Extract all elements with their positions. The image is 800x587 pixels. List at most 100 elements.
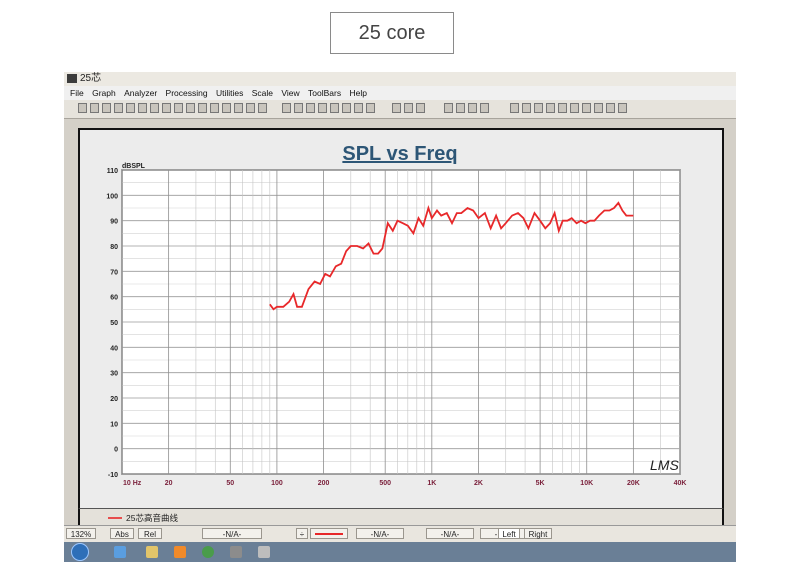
toolbar-button-icon[interactable] (246, 103, 255, 113)
status-na-1: -N/A- (202, 528, 262, 539)
toolbar-button-icon[interactable] (114, 103, 123, 113)
toolbar-button-icon[interactable] (78, 103, 87, 113)
y-tick-label: 30 (110, 371, 118, 378)
toolbar-button-icon[interactable] (510, 103, 519, 113)
toolbar-button-icon[interactable] (392, 103, 401, 113)
toolbar-button-icon[interactable] (198, 103, 207, 113)
status-na-2: -N/A- (356, 528, 404, 539)
toolbar-button-icon[interactable] (150, 103, 159, 113)
toolbar-button-icon[interactable] (330, 103, 339, 113)
spin-control[interactable]: ÷ (296, 528, 308, 539)
toolbar (64, 100, 736, 119)
toolbar-button-icon[interactable] (222, 103, 231, 113)
toolbar-button-icon[interactable] (186, 103, 195, 113)
y-tick-label: 100 (106, 193, 118, 200)
x-tick-label: 10 Hz (123, 480, 142, 487)
rel-button[interactable]: Rel (138, 528, 162, 539)
app-window: 25芯 File Graph Analyzer Processing Utili… (64, 72, 736, 562)
toolbar-button-icon[interactable] (468, 103, 477, 113)
toolbar-button-icon[interactable] (366, 103, 375, 113)
curve-color-indicator[interactable] (310, 528, 348, 539)
y-tick-label: 40 (110, 345, 118, 352)
start-button-icon[interactable] (71, 543, 89, 561)
menu-scale[interactable]: Scale (252, 88, 273, 98)
caption-box: 25 core (330, 12, 454, 54)
graph-panel: SPL vs Freq dBSPL 110 100 90 80 70 60 50 40 30 20… (78, 128, 724, 510)
window-title: 25芯 (80, 73, 102, 84)
menu-help[interactable]: Help (350, 88, 367, 98)
toolbar-button-icon[interactable] (546, 103, 555, 113)
toolbar-button-icon[interactable] (570, 103, 579, 113)
toolbar-button-icon[interactable] (126, 103, 135, 113)
toolbar-button-icon[interactable] (534, 103, 543, 113)
menu-analyzer[interactable]: Analyzer (124, 88, 157, 98)
toolbar-button-icon[interactable] (174, 103, 183, 113)
x-tick-label: 10K (580, 480, 593, 487)
x-tick-label: 40K (674, 480, 687, 487)
toolbar-button-icon[interactable] (90, 103, 99, 113)
x-tick-label: 5K (536, 480, 545, 487)
toolbar-button-icon[interactable] (282, 103, 291, 113)
toolbar-button-icon[interactable] (558, 103, 567, 113)
toolbar-button-icon[interactable] (162, 103, 171, 113)
toolbar-button-icon[interactable] (210, 103, 219, 113)
app-icon (67, 74, 77, 83)
toolbar-button-icon[interactable] (294, 103, 303, 113)
y-tick-label: 110 (107, 168, 118, 175)
x-tick-label: 100 (271, 480, 283, 487)
y-tick-label: 10 (110, 421, 118, 428)
y-tick-label: 90 (110, 219, 118, 226)
abs-button[interactable]: Abs (110, 528, 134, 539)
x-tick-label: 2K (474, 480, 483, 487)
toolbar-button-icon[interactable] (582, 103, 591, 113)
toolbar-button-icon[interactable] (606, 103, 615, 113)
toolbar-button-icon[interactable] (456, 103, 465, 113)
menu-view[interactable]: View (281, 88, 299, 98)
right-channel-button[interactable]: Right (524, 528, 552, 539)
x-tick-label: 20 (165, 480, 173, 487)
ie-icon[interactable] (114, 546, 126, 558)
y-tick-label: -10 (108, 472, 118, 479)
menu-processing[interactable]: Processing (166, 88, 208, 98)
lms-watermark: LMS (650, 457, 679, 473)
toolbar-button-icon[interactable] (102, 103, 111, 113)
toolbar-button-icon[interactable] (354, 103, 363, 113)
menu-file[interactable]: File (70, 88, 84, 98)
globe-icon[interactable] (202, 546, 214, 558)
menu-toolbars[interactable]: ToolBars (308, 88, 341, 98)
zoom-level[interactable]: 132% (66, 528, 96, 539)
y-tick-label: 60 (110, 295, 118, 302)
x-tick-label: 200 (318, 480, 330, 487)
toolbar-button-icon[interactable] (522, 103, 531, 113)
menu-utilities[interactable]: Utilities (216, 88, 243, 98)
toolbar-button-icon[interactable] (318, 103, 327, 113)
y-tick-label: 20 (110, 396, 118, 403)
task-window-icon[interactable] (258, 546, 270, 558)
toolbar-button-icon[interactable] (234, 103, 243, 113)
toolbar-button-icon[interactable] (306, 103, 315, 113)
toolbar-button-icon[interactable] (618, 103, 627, 113)
lms-app-icon[interactable] (230, 546, 242, 558)
x-tick-label: 500 (379, 480, 391, 487)
status-bar: 132% Abs Rel -N/A- ÷ -N/A- -N/A- -N/A- L… (64, 525, 736, 542)
toolbar-button-icon[interactable] (258, 103, 267, 113)
toolbar-button-icon[interactable] (444, 103, 453, 113)
status-na-3: -N/A- (426, 528, 474, 539)
toolbar-button-icon[interactable] (404, 103, 413, 113)
taskbar (64, 542, 736, 562)
toolbar-button-icon[interactable] (138, 103, 147, 113)
toolbar-button-icon[interactable] (342, 103, 351, 113)
spl-chart: SPL vs Freq dBSPL 1101009080706050403020… (106, 143, 687, 487)
y-tick-label: 80 (110, 244, 118, 251)
x-tick-label: 1K (427, 480, 436, 487)
left-channel-button[interactable]: Left (498, 528, 520, 539)
menu-graph[interactable]: Graph (92, 88, 116, 98)
toolbar-button-icon[interactable] (594, 103, 603, 113)
title-bar: 25芯 (64, 72, 736, 86)
toolbar-button-icon[interactable] (416, 103, 425, 113)
folder-icon[interactable] (146, 546, 158, 558)
media-player-icon[interactable] (174, 546, 186, 558)
toolbar-button-icon[interactable] (480, 103, 489, 113)
caption-text: 25 core (358, 21, 426, 44)
chart-title: SPL vs Freq (342, 143, 457, 165)
